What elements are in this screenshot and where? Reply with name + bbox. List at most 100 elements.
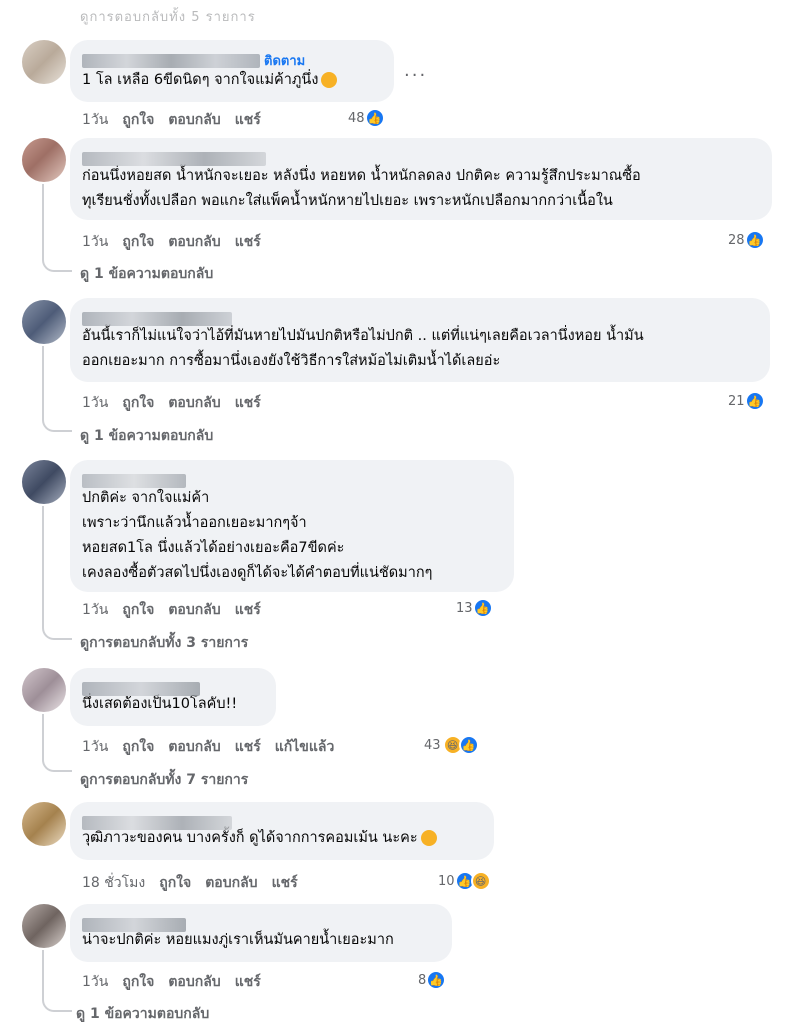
comment-text: อันนี้เราก็ไม่แน่ใจว่าไอ้ที่มันหายไปมันป… <box>82 328 644 369</box>
comment-time[interactable]: 1วัน <box>82 392 108 414</box>
comment-text: น่าจะปกติค่ะ หอยแมงภู่เราเห็นมันคายน้ำเย… <box>82 932 394 948</box>
comment-time[interactable]: 1วัน <box>82 109 108 131</box>
comment-actions: 18 ชั่วโมง ถูกใจ ตอบกลับ แชร์ <box>82 872 298 894</box>
reaction-count: 10 <box>438 873 455 889</box>
follow-button[interactable]: ติดตาม <box>264 54 305 69</box>
avatar[interactable] <box>22 460 66 504</box>
reaction-summary[interactable]: 13 👍 <box>456 598 493 618</box>
blurred-author-name[interactable] <box>82 917 186 932</box>
comment-text: 1 โล เหลือ 6ขีดนิดๆ จากใจแม่ค้าภูนึ่ง <box>82 68 380 93</box>
reply-button[interactable]: ตอบกลับ <box>168 109 220 131</box>
reply-button[interactable]: ตอบกลับ <box>168 736 220 758</box>
view-replies-link[interactable]: ดู 1 ข้อความตอบกลับ <box>80 263 213 285</box>
comment-bubble: นึ่งเสดต้องเป็น10โลคับ!! <box>70 668 276 726</box>
blurred-author-name[interactable] <box>82 53 260 68</box>
like-button[interactable]: ถูกใจ <box>122 392 154 414</box>
comment-text: ปกติค่ะ จากใจแม่ค้า เพราะว่านึกแล้วน้ำออ… <box>82 490 433 581</box>
like-icon: 👍 <box>472 598 493 618</box>
smile-icon <box>321 72 338 88</box>
reaction-summary[interactable]: 10 👍 😆 <box>438 871 491 891</box>
avatar[interactable] <box>22 802 66 846</box>
reaction-count: 13 <box>456 600 473 616</box>
comment-text: ก่อนนึ่งหอยสด น้ำหนักจะเยอะ หลังนึ่ง หอย… <box>82 168 641 209</box>
cut-off-replies-link[interactable]: ดูการตอบกลับทั้ง 5 รายการ <box>80 6 256 27</box>
like-button[interactable]: ถูกใจ <box>122 736 154 758</box>
comment-text-content: วุฒิภาวะของคน บางครั้งก็ ดูได้จากการคอมเ… <box>82 830 418 846</box>
blurred-author-name[interactable] <box>82 681 200 696</box>
avatar[interactable] <box>22 668 66 712</box>
like-icon: 👍 <box>364 108 385 128</box>
reaction-count: 21 <box>728 393 745 409</box>
reply-button[interactable]: ตอบกลับ <box>168 599 220 621</box>
reaction-summary[interactable]: 21 👍 <box>728 391 765 411</box>
comment-time[interactable]: 18 ชั่วโมง <box>82 872 145 894</box>
reaction-count: 8 <box>418 972 427 988</box>
blurred-author-name[interactable] <box>82 815 232 830</box>
reaction-count: 43 <box>424 737 441 753</box>
thread-line <box>42 506 72 640</box>
avatar[interactable] <box>22 40 66 84</box>
comment-time[interactable]: 1วัน <box>82 599 108 621</box>
thread-line <box>42 346 72 432</box>
blurred-author-name[interactable] <box>82 151 266 166</box>
blurred-author-name[interactable] <box>82 473 186 488</box>
reply-button[interactable]: ตอบกลับ <box>168 231 220 253</box>
comment-actions: 1วัน ถูกใจ ตอบกลับ แชร์ <box>82 971 261 993</box>
comment-bubble: ติดตาม 1 โล เหลือ 6ขีดนิดๆ จากใจแม่ค้าภู… <box>70 40 394 102</box>
share-button[interactable]: แชร์ <box>235 736 261 758</box>
like-icon: 👍 <box>426 970 447 990</box>
like-icon: 👍 <box>458 735 479 755</box>
share-button[interactable]: แชร์ <box>272 872 298 894</box>
reaction-summary[interactable]: 48 👍 <box>348 108 385 128</box>
share-button[interactable]: แชร์ <box>235 109 261 131</box>
comment-time[interactable]: 1วัน <box>82 971 108 993</box>
share-button[interactable]: แชร์ <box>235 971 261 993</box>
comment-bubble: วุฒิภาวะของคน บางครั้งก็ ดูได้จากการคอมเ… <box>70 802 494 860</box>
comment-bubble: ปกติค่ะ จากใจแม่ค้า เพราะว่านึกแล้วน้ำออ… <box>70 460 514 592</box>
view-replies-link[interactable]: ดูการตอบกลับทั้ง 7 รายการ <box>80 769 248 791</box>
thread-line <box>42 950 72 1012</box>
comment-time[interactable]: 1วัน <box>82 736 108 758</box>
like-icon: 👍 <box>744 391 765 411</box>
edited-label: แก้ไขแล้ว <box>274 739 335 755</box>
share-button[interactable]: แชร์ <box>235 599 261 621</box>
reply-button[interactable]: ตอบกลับ <box>168 971 220 993</box>
like-button[interactable]: ถูกใจ <box>122 109 154 131</box>
thread-line <box>42 714 72 772</box>
avatar[interactable] <box>22 138 66 182</box>
avatar[interactable] <box>22 904 66 948</box>
like-button[interactable]: ถูกใจ <box>122 971 154 993</box>
comment-bubble: ก่อนนึ่งหอยสด น้ำหนักจะเยอะ หลังนึ่ง หอย… <box>70 138 772 220</box>
reaction-summary[interactable]: 28 👍 <box>728 230 765 250</box>
reply-button[interactable]: ตอบกลับ <box>168 392 220 414</box>
comment-actions: 1วัน ถูกใจ ตอบกลับ แชร์ <box>82 109 261 131</box>
like-button[interactable]: ถูกใจ <box>159 872 191 894</box>
like-button[interactable]: ถูกใจ <box>122 599 154 621</box>
reaction-summary[interactable]: 8 👍 <box>418 970 447 990</box>
comment-actions: 1วัน ถูกใจ ตอบกลับ แชร์ แก้ไขแล้ว <box>82 736 334 758</box>
view-replies-link[interactable]: ดูการตอบกลับทั้ง 3 รายการ <box>80 632 248 654</box>
comment-bubble: น่าจะปกติค่ะ หอยแมงภู่เราเห็นมันคายน้ำเย… <box>70 904 452 962</box>
comment-actions: 1วัน ถูกใจ ตอบกลับ แชร์ <box>82 392 261 414</box>
comment-text-content: 1 โล เหลือ 6ขีดนิดๆ จากใจแม่ค้าภูนึ่ง <box>82 72 319 88</box>
reaction-summary[interactable]: 43 😆 👍 <box>424 735 479 755</box>
haha-icon: 😆 <box>470 871 491 891</box>
more-icon[interactable]: ... <box>404 60 427 81</box>
reply-button[interactable]: ตอบกลับ <box>205 872 257 894</box>
blurred-author-name[interactable] <box>82 311 232 326</box>
share-button[interactable]: แชร์ <box>235 392 261 414</box>
comment-actions: 1วัน ถูกใจ ตอบกลับ แชร์ <box>82 599 261 621</box>
comment-text: นึ่งเสดต้องเป็น10โลคับ!! <box>82 696 238 712</box>
smile-icon <box>420 830 437 846</box>
comment-bubble: อันนี้เราก็ไม่แน่ใจว่าไอ้ที่มันหายไปมันป… <box>70 298 770 382</box>
view-replies-link[interactable]: ดู 1 ข้อความตอบกลับ <box>76 1003 209 1025</box>
avatar[interactable] <box>22 300 66 344</box>
comment-time[interactable]: 1วัน <box>82 231 108 253</box>
like-icon: 👍 <box>744 230 765 250</box>
reaction-count: 28 <box>728 232 745 248</box>
comment-actions: 1วัน ถูกใจ ตอบกลับ แชร์ <box>82 231 261 253</box>
like-button[interactable]: ถูกใจ <box>122 231 154 253</box>
thread-line <box>42 184 72 272</box>
share-button[interactable]: แชร์ <box>235 231 261 253</box>
view-replies-link[interactable]: ดู 1 ข้อความตอบกลับ <box>80 425 213 447</box>
